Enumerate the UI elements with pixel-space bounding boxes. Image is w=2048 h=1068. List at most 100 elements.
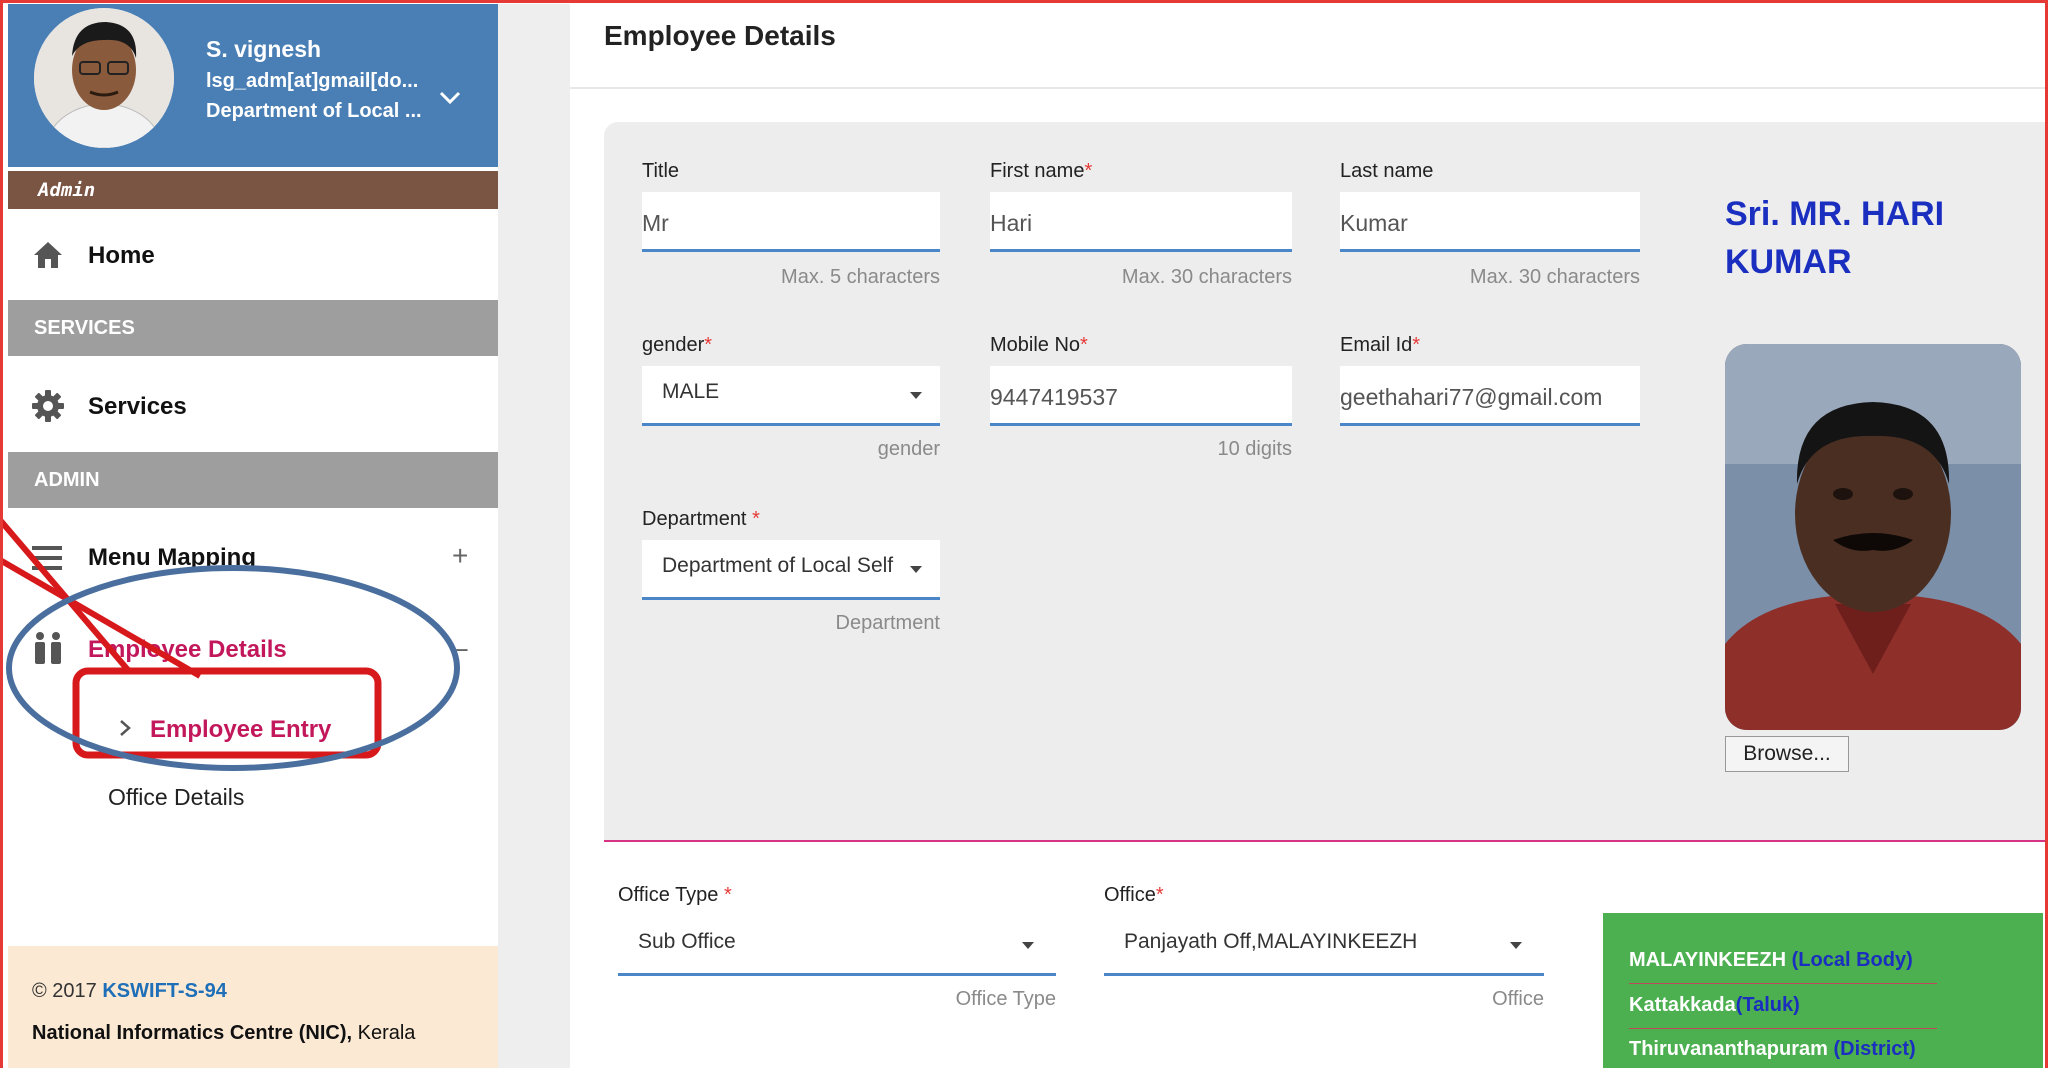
field-hint: Max. 30 characters: [1469, 266, 1640, 288]
section-header-services: SERVICES: [8, 300, 498, 356]
field-hint: Max. 5 characters: [781, 266, 940, 288]
org-line: National Informatics Centre (NIC), Keral…: [32, 1022, 415, 1045]
field-hint: Office Type: [955, 988, 1056, 1010]
office-location-box: MALAYINKEEZH (Local Body) Kattakkada(Tal…: [1603, 913, 2043, 1068]
menu-icon: [30, 540, 66, 576]
field-hint: gender: [877, 438, 940, 460]
email-input[interactable]: geethahari77@gmail.com: [1340, 366, 1640, 426]
gender-field: gender* MALE gender: [642, 334, 940, 484]
dropdown-caret-icon: [1510, 942, 1522, 949]
last-name-input[interactable]: Kumar: [1340, 192, 1640, 252]
taluk-name: Kattakkada: [1629, 994, 1736, 1016]
sidebar-item-home[interactable]: Home: [8, 221, 498, 291]
divider: [1629, 983, 1937, 984]
copyright-line: © 2017 KSWIFT-S-94: [32, 980, 227, 1003]
section-header-admin: ADMIN: [8, 452, 498, 508]
field-label: First name*: [990, 160, 1093, 182]
gender-select[interactable]: MALE: [642, 366, 940, 426]
department-value: Department of Local Self: [662, 554, 894, 577]
last-name-value: Kumar: [1340, 210, 1408, 236]
taluk-line: Kattakkada(Taluk): [1629, 994, 1800, 1017]
field-hint: Department: [835, 612, 941, 634]
field-hint: 10 digits: [1217, 438, 1293, 460]
office-value: Panjayath Off,MALAYINKEEZH: [1124, 930, 1418, 953]
sidebar-item-menu-mapping[interactable]: Menu Mapping +: [8, 522, 498, 592]
section-header-label: SERVICES: [34, 317, 135, 339]
field-label: gender*: [642, 334, 713, 356]
dropdown-caret-icon: [910, 566, 922, 573]
employee-full-name: Sri. MR. HARI KUMAR: [1725, 195, 1945, 281]
sidebar: S. vignesh lsg_adm[at]gmail[do... Depart…: [8, 4, 498, 1068]
sidebar-item-label: Services: [88, 393, 187, 420]
copyright-text: © 2017: [32, 980, 97, 1002]
district-name: Thiruvananthapuram: [1629, 1038, 1828, 1060]
first-name-field: First name* Hari Max. 30 characters: [990, 160, 1292, 310]
title-value: Mr: [642, 210, 669, 236]
office-type-field: Office Type * Sub Office Office Type: [618, 884, 1056, 1034]
user-avatar: [34, 8, 174, 148]
department-field: Department * Department of Local Self De…: [642, 508, 940, 658]
mobile-value: 9447419537: [990, 384, 1118, 410]
sidebar-footer: © 2017 KSWIFT-S-94 National Informatics …: [8, 946, 498, 1068]
user-name: S. vignesh: [206, 36, 322, 62]
employee-form-card: Title Mr Max. 5 characters First name* H…: [604, 122, 2048, 850]
app-code-link[interactable]: KSWIFT-S-94: [102, 980, 226, 1002]
email-field: Email Id* geethahari77@gmail.com: [1340, 334, 1640, 444]
sidebar-item-label: Employee Entry: [150, 716, 332, 743]
field-hint: Office: [1492, 988, 1544, 1010]
field-label: Email Id*: [1340, 334, 1421, 356]
taluk-tag: (Taluk): [1735, 994, 1800, 1016]
user-profile-header: S. vignesh lsg_adm[at]gmail[do... Depart…: [8, 4, 498, 167]
office-type-select[interactable]: Sub Office: [618, 916, 1056, 976]
sidebar-item-employee-details[interactable]: Employee Details –: [8, 614, 498, 684]
title-input[interactable]: Mr: [642, 192, 940, 252]
sidebar-item-employee-entry[interactable]: Employee Entry: [8, 700, 498, 760]
department-select[interactable]: Department of Local Self: [642, 540, 940, 600]
gender-value: MALE: [662, 380, 720, 403]
page-title: Employee Details: [604, 20, 836, 51]
sidebar-item-label: Office Details: [108, 784, 245, 810]
user-department: Department of Local ...: [206, 100, 422, 122]
district-line: Thiruvananthapuram (District): [1629, 1038, 1916, 1061]
district-tag: (District): [1833, 1038, 1916, 1060]
collapse-icon[interactable]: –: [452, 632, 468, 664]
field-label: Office*: [1104, 884, 1164, 906]
first-name-value: Hari: [990, 210, 1033, 236]
org-name: National Informatics Centre (NIC),: [32, 1022, 353, 1044]
expand-icon[interactable]: +: [452, 540, 468, 572]
divider: [570, 87, 2048, 89]
section-header-label: ADMIN: [34, 469, 100, 491]
last-name-field: Last name Kumar Max. 30 characters: [1340, 160, 1640, 310]
gear-icon: [30, 388, 66, 424]
field-label: Title: [642, 160, 680, 182]
mobile-input[interactable]: 9447419537: [990, 366, 1292, 426]
field-label: Office Type *: [618, 884, 732, 906]
org-state: Kerala: [357, 1022, 416, 1044]
local-body-line: MALAYINKEEZH (Local Body): [1629, 949, 1913, 972]
employee-photo: [1725, 344, 2021, 730]
browse-photo-button[interactable]: Browse...: [1725, 736, 1849, 772]
chevron-down-icon[interactable]: [438, 88, 462, 108]
sidebar-item-label: Home: [88, 242, 155, 269]
main-content: Employee Details Title Mr Max. 5 charact…: [570, 4, 2048, 1068]
field-hint: Max. 30 characters: [1121, 266, 1292, 288]
divider: [1629, 1028, 1937, 1029]
sidebar-item-label: Employee Details: [88, 636, 287, 663]
field-label: Last name: [1340, 160, 1434, 182]
first-name-input[interactable]: Hari: [990, 192, 1292, 252]
local-body-name: MALAYINKEEZH: [1629, 949, 1787, 971]
home-icon: [30, 237, 66, 273]
sidebar-item-office-details[interactable]: Office Details: [8, 772, 498, 826]
office-field: Office* Panjayath Off,MALAYINKEEZH Offic…: [1104, 884, 1544, 1034]
local-body-tag: (Local Body): [1791, 949, 1913, 971]
title-field: Title Mr Max. 5 characters: [642, 160, 940, 310]
user-role: Admin: [38, 179, 96, 201]
mobile-field: Mobile No* 9447419537 10 digits: [990, 334, 1292, 484]
office-select[interactable]: Panjayath Off,MALAYINKEEZH: [1104, 916, 1544, 976]
field-label: Department *: [642, 508, 760, 530]
role-bar: Admin: [8, 171, 498, 209]
people-icon: [30, 630, 66, 666]
sidebar-item-services[interactable]: Services: [8, 372, 498, 442]
email-value: geethahari77@gmail.com: [1340, 384, 1603, 410]
sidebar-item-label: Menu Mapping: [88, 544, 256, 571]
